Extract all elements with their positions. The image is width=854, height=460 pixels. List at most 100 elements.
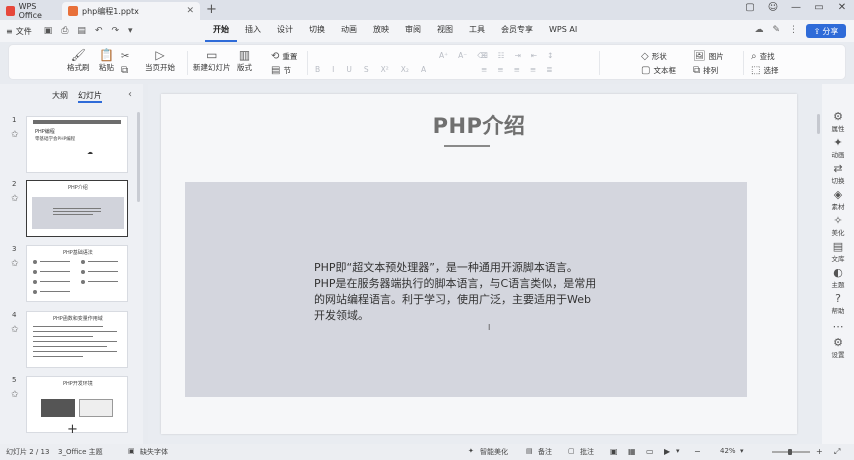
sidebar-item-material[interactable]: ◈ 素材 [822,188,854,211]
distribute-icon[interactable]: ≣ [546,65,552,74]
sidebar-item-library[interactable]: ▤ 文库 [822,240,854,263]
play-dropdown-icon[interactable]: ▾ [676,447,680,455]
textbox-button[interactable]: ▢ 文本框 [641,65,676,76]
font-shrink-icon[interactable]: A⁻ [458,51,467,60]
fit-icon[interactable]: ⤢ [834,447,840,457]
canvas-scrollbar[interactable] [817,114,820,134]
indent-icon[interactable]: ⇥ [514,51,520,60]
normal-view-icon[interactable]: ▣ [610,447,618,456]
paste-button[interactable]: 📋 粘贴 [99,48,114,73]
select-button[interactable]: ⬚ 选择 [751,65,778,76]
notes-button[interactable]: 备注 [538,447,552,457]
zoom-dropdown-icon[interactable]: ▾ [740,447,744,455]
print-icon[interactable]: ⎙ [61,26,68,36]
line-spacing-icon[interactable]: ↕ [547,51,553,60]
tab-design[interactable]: 设计 [269,20,301,42]
tab-animation[interactable]: 动画 [333,20,365,42]
play-icon[interactable]: ▶ [664,447,670,456]
sidebar-item-help[interactable]: ? 帮助 [822,292,854,315]
arrange-button[interactable]: ⧉ 排列 [693,65,718,76]
subscript-icon[interactable]: X₂ [401,65,409,74]
close-icon[interactable]: ✕ [836,2,848,13]
close-tab-icon[interactable]: ✕ [186,6,194,16]
tab-insert[interactable]: 插入 [237,20,269,42]
tab-document[interactable]: php编程1.pptx ✕ [62,2,200,20]
italic-icon[interactable]: I [332,65,334,74]
tab-wps-ai[interactable]: WPS AI [541,20,585,42]
redo-icon[interactable]: ↷ [111,26,119,36]
tab-slideshow[interactable]: 放映 [365,20,397,42]
more-options-icon[interactable]: ⋮ [789,25,798,35]
content-box[interactable]: PHP即“超文本预处理器”，是一种通用开源脚本语言。 PHP是在服务器端执行的脚… [185,182,747,397]
tab-view[interactable]: 视图 [429,20,461,42]
content-text[interactable]: PHP即“超文本预处理器”，是一种通用开源脚本语言。 PHP是在服务器端执行的脚… [314,260,626,324]
tab-home[interactable]: 开始 [205,20,237,42]
panel-scrollbar[interactable] [137,112,140,202]
reading-view-icon[interactable]: ▭ [646,447,654,456]
more-icon[interactable]: ▾ [128,26,133,36]
missing-font[interactable]: 缺失字体 [140,447,168,457]
sidebar-item-transition[interactable]: ⇄ 切换 [822,162,854,185]
copy-icon[interactable]: ⧉ [121,65,128,76]
share-button[interactable]: ⇪ 分享 [806,24,846,38]
cloud-icon[interactable]: ☁ [754,25,763,35]
zoom-level[interactable]: 42% [720,447,736,455]
zoom-in-icon[interactable]: + [816,447,823,456]
tab-outline[interactable]: 大纲 [52,90,68,103]
cut-copy-icons[interactable]: ✂ [121,51,129,62]
shape-button[interactable]: ◇ 形状 [641,51,667,62]
font-color-icon[interactable]: A [421,65,426,74]
sidebar-item-theme[interactable]: ◐ 主题 [822,266,854,289]
tab-tools[interactable]: 工具 [461,20,493,42]
layout-button[interactable]: ▥ 版式 [237,48,252,73]
comments-button[interactable]: 批注 [580,447,594,457]
font-grow-icon[interactable]: A⁺ [439,51,448,60]
save-icon[interactable]: ▣ [44,26,53,36]
restore-icon[interactable]: ▢ [744,2,756,13]
underline-icon[interactable]: U [346,65,352,74]
superscript-icon[interactable]: X² [381,65,389,74]
tab-slides[interactable]: 幻灯片 [78,90,102,103]
strikethrough-icon[interactable]: S [364,65,369,74]
align-center-icon[interactable]: ≡ [497,65,503,74]
sidebar-item-animation[interactable]: ✦ 动画 [822,136,854,159]
outdent-icon[interactable]: ⇤ [531,51,537,60]
slide-title[interactable]: PHP介绍 [161,110,797,140]
theme-name[interactable]: 3_Office 主题 [58,447,103,457]
file-menu[interactable]: ≡ 文件 [6,26,32,37]
reset-button[interactable]: ⟲ 重置 [271,51,297,62]
undo-icon[interactable]: ↶ [95,26,103,36]
smart-beautify-button[interactable]: 智能美化 [480,447,508,457]
bold-icon[interactable]: B [315,65,320,74]
align-right-icon[interactable]: ≡ [514,65,520,74]
current-slide[interactable]: PHP介绍 PHP即“超文本预处理器”，是一种通用开源脚本语言。 PHP是在服务… [161,94,797,434]
maximize-icon[interactable]: ▭ [813,2,825,13]
current-start-button[interactable]: ▷ 当页开始 [145,48,175,73]
zoom-slider-knob[interactable] [788,449,792,455]
tab-wps-office[interactable]: WPS Office [0,2,62,20]
sidebar-item-settings[interactable]: ⚙ 设置 [822,336,854,359]
add-slide-button[interactable]: + [67,422,78,437]
new-slide-button[interactable]: ▭ 新建幻灯片 [193,48,231,73]
sorter-view-icon[interactable]: ▦ [628,447,636,456]
sidebar-item-more[interactable]: ⋯ [822,320,854,333]
tab-transition[interactable]: 切换 [301,20,333,42]
sidebar-item-beautify[interactable]: ✧ 美化 [822,214,854,237]
tab-member[interactable]: 会员专享 [493,20,541,42]
picture-button[interactable]: 🖼 图片 [693,51,724,62]
cut-icon[interactable]: ✂ [121,51,129,62]
bullets-icon[interactable]: ☰ [481,51,488,60]
new-tab-button[interactable]: + [206,2,217,20]
zoom-out-icon[interactable]: − [694,447,701,456]
justify-icon[interactable]: ≡ [530,65,536,74]
find-button[interactable]: ⌕ 查找 [751,51,775,62]
numbering-icon[interactable]: ☷ [498,51,505,60]
user-icon[interactable]: ☺ [767,2,779,13]
section-button[interactable]: ▤ 节 [271,65,291,76]
collapse-panel-icon[interactable]: ‹ [128,89,132,100]
minimize-icon[interactable]: — [790,2,802,13]
sidebar-item-properties[interactable]: ⚙ 属性 [822,110,854,133]
comment-icon[interactable]: ✎ [772,25,780,35]
align-left-icon[interactable]: ≡ [481,65,487,74]
preview-icon[interactable]: ▤ [77,26,86,36]
